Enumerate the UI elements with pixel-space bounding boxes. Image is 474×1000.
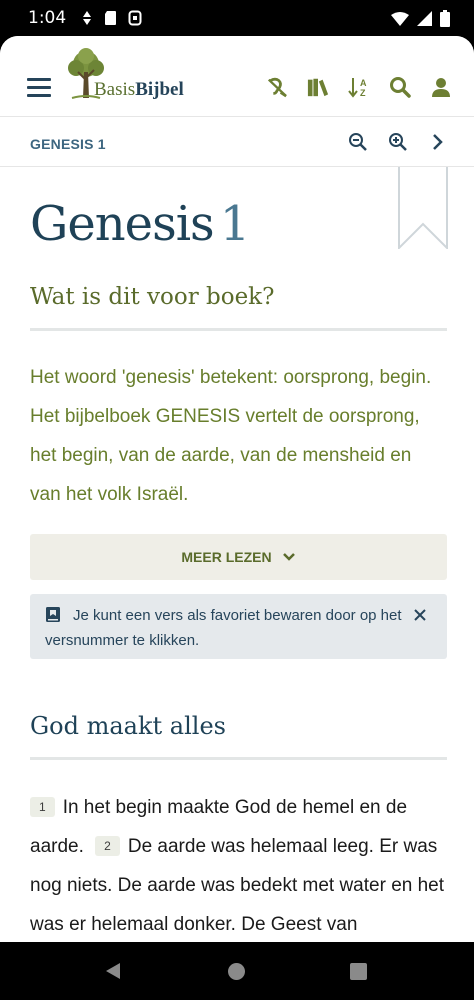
logo-wordmark: BasisBijbel (94, 79, 184, 100)
verse-content: De aarde was helemaal leeg. Er was nog n… (30, 836, 445, 935)
verse-number-button[interactable]: 2 (95, 836, 120, 856)
no-audio-icon[interactable] (266, 76, 288, 98)
intro-heading: Wat is dit voor boek? (30, 284, 275, 310)
breadcrumb[interactable]: GENESIS 1 (30, 136, 106, 152)
favorite-tip-notice: Je kunt een vers als favoriet bewaren do… (30, 594, 447, 659)
sd-card-icon (105, 11, 116, 25)
chapter-number: 1 (219, 196, 251, 252)
back-icon[interactable] (104, 962, 122, 980)
search-icon[interactable] (389, 76, 411, 98)
zoom-in-icon[interactable] (388, 132, 408, 152)
cell-signal-icon (417, 11, 432, 26)
battery-icon (440, 10, 450, 27)
menu-icon-line (27, 86, 51, 89)
recents-icon[interactable] (350, 963, 367, 980)
chevron-right-icon[interactable] (428, 132, 448, 152)
read-more-button[interactable]: MEER LEZEN (30, 534, 447, 580)
menu-icon-line (27, 78, 51, 81)
intro-text: Het woord 'genesis' betekent: oorsprong,… (30, 367, 432, 505)
close-icon[interactable] (413, 608, 427, 622)
status-bar: 1:04 (0, 0, 474, 36)
verse-number-button[interactable]: 1 (30, 797, 55, 817)
home-icon[interactable] (228, 963, 245, 980)
svg-text:A: A (360, 78, 367, 88)
svg-text:Z: Z (360, 88, 366, 98)
library-icon[interactable] (307, 76, 329, 98)
read-more-label: MEER LEZEN (181, 549, 272, 565)
bookmark-icon[interactable] (398, 167, 448, 249)
menu-button[interactable] (27, 78, 51, 98)
system-nav-bar (0, 942, 474, 1000)
section-heading: God maakt alles (30, 712, 226, 740)
app-header: BasisBijbel AZ (0, 36, 474, 117)
divider (30, 328, 447, 331)
notification-icon (128, 10, 142, 26)
zoom-out-icon[interactable] (348, 132, 368, 152)
app-screen: BasisBijbel AZ GENESIS 1 Genesis 1 Wat i… (0, 36, 474, 942)
wifi-icon (391, 11, 409, 26)
data-saver-icon (83, 11, 91, 25)
sort-icon[interactable]: AZ (348, 76, 370, 98)
basisbijbel-logo[interactable]: BasisBijbel (66, 48, 184, 104)
verse-text: 1 In het begin maakte God de hemel en de … (30, 788, 445, 942)
status-time: 1:04 (28, 8, 67, 28)
chapter-bar: GENESIS 1 (0, 117, 474, 167)
menu-icon-line (27, 94, 51, 97)
divider (30, 757, 447, 760)
page-title: Genesis 1 (30, 196, 251, 252)
chevron-down-icon (282, 553, 295, 561)
notice-text: Je kunt een vers als favoriet bewaren do… (45, 607, 402, 649)
user-icon[interactable] (430, 76, 452, 98)
